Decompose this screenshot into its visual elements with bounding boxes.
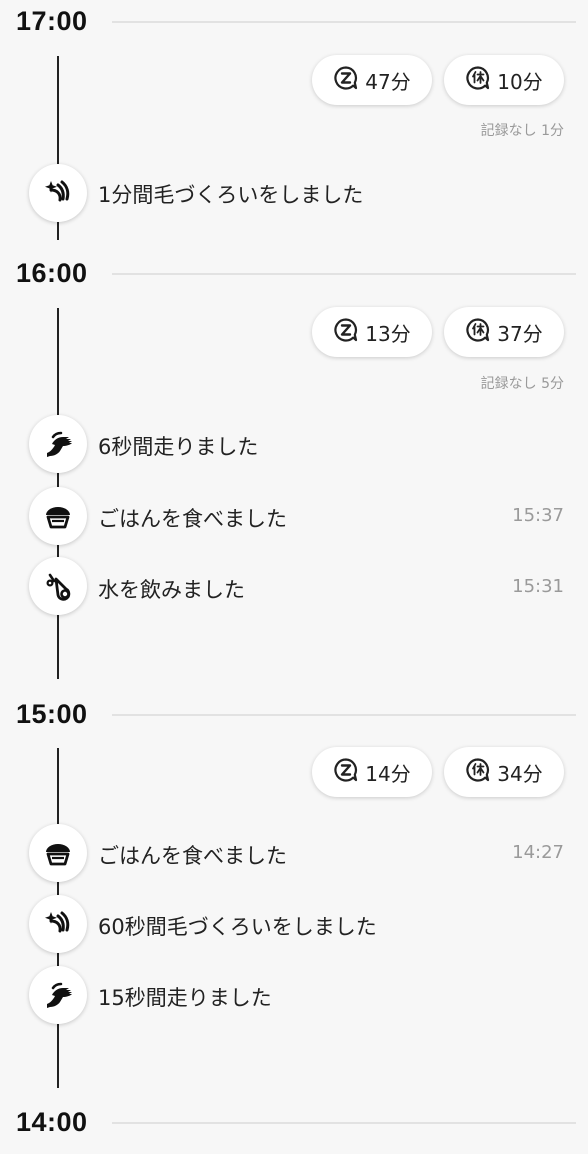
hour-divider [112,1122,576,1124]
rest-kyu-icon [465,757,491,788]
event-text: ごはんを食べました [98,844,287,868]
rest-kyu-icon [465,65,491,96]
food-bowl-icon [29,487,87,545]
grooming-icon [29,164,87,222]
rest-duration: 37分 [497,321,543,346]
sleep-duration: 13分 [365,321,411,346]
hour-divider [112,714,576,716]
hour-label: 17:00 [16,6,88,36]
sleep-duration: 47分 [365,69,411,94]
sleep-z-icon [333,65,359,96]
sleep-duration: 14分 [365,761,411,786]
sleep-z-icon [333,757,359,788]
event-text: 1分間毛づくろいをしました [98,183,364,207]
running-icon [29,415,87,473]
rest-duration: 10分 [497,69,543,94]
no-record-label: 記録なし 1分 [480,123,564,139]
hour-label: 16:00 [16,258,88,288]
event-time: 15:37 [512,505,564,526]
sleep-pill[interactable]: 13分 [312,307,432,357]
event-time: 14:27 [512,842,564,863]
rest-kyu-icon [465,317,491,348]
rest-duration: 34分 [497,761,543,786]
event-time: 15:31 [512,576,564,597]
water-drop-icon [29,557,87,615]
running-icon [29,966,87,1024]
event-text: 15秒間走りました [98,986,272,1010]
rest-pill[interactable]: 37分 [444,307,564,357]
no-record-label: 記録なし 5分 [480,376,564,392]
rest-pill[interactable]: 10分 [444,55,564,105]
food-bowl-icon [29,824,87,882]
event-text: 水を飲みました [98,578,245,602]
event-text: 60秒間毛づくろいをしました [98,915,377,939]
sleep-pill[interactable]: 14分 [312,747,432,797]
hour-divider [112,273,576,275]
sleep-pill[interactable]: 47分 [312,55,432,105]
hour-label: 14:00 [16,1107,88,1137]
sleep-z-icon [333,317,359,348]
hour-divider [112,21,576,23]
rest-pill[interactable]: 34分 [444,747,564,797]
hour-label: 15:00 [16,699,88,729]
grooming-icon [29,895,87,953]
event-text: 6秒間走りました [98,435,259,459]
event-text: ごはんを食べました [98,507,287,531]
